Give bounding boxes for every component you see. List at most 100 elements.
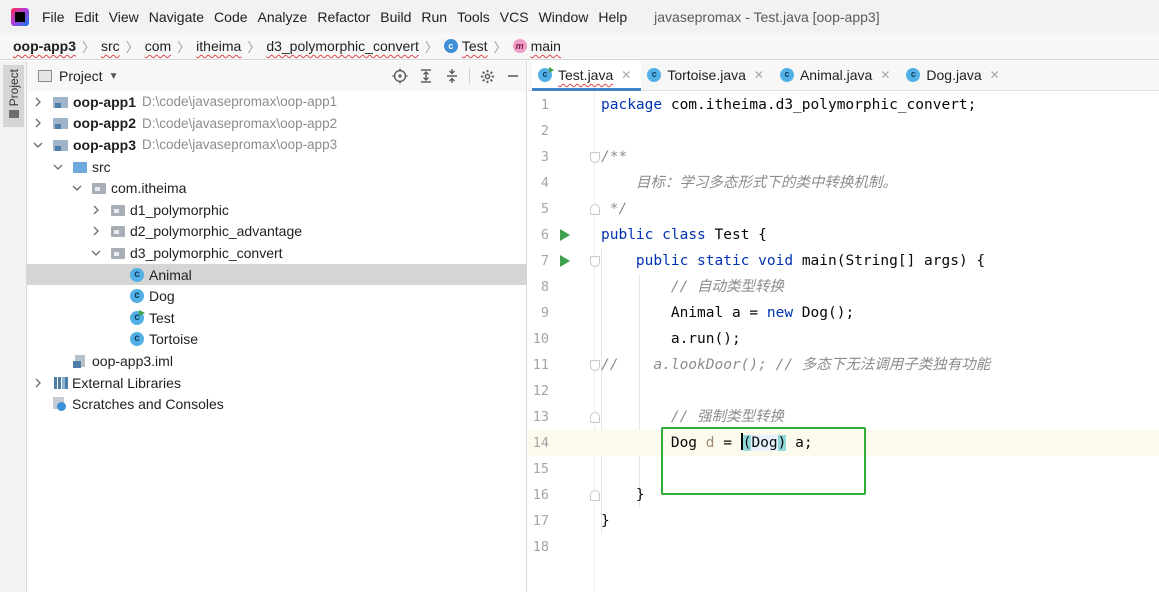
code-line-18: 18: [528, 534, 1159, 560]
tree-node-path: D:\code\javasepromax\oop-app3: [142, 137, 338, 153]
line-number: 13: [532, 409, 549, 425]
code-text: /**: [601, 149, 628, 165]
tree-node-d3-polymorphic-convert[interactable]: d3_polymorphic_convert: [27, 242, 527, 264]
close-icon[interactable]: ✕: [880, 68, 890, 82]
menu-help[interactable]: Help: [593, 9, 632, 25]
menu-analyze[interactable]: Analyze: [253, 9, 313, 25]
chevron-right-icon: 〉: [247, 39, 261, 55]
chevron-right-icon[interactable]: [33, 97, 47, 107]
close-icon[interactable]: ✕: [754, 68, 764, 82]
run-icon[interactable]: [560, 255, 570, 267]
menu-edit[interactable]: Edit: [70, 9, 104, 25]
tree-node-d2-polymorphic-advantage[interactable]: d2_polymorphic_advantage: [27, 221, 527, 243]
menu-vcs[interactable]: VCS: [495, 9, 534, 25]
chevron-down-icon[interactable]: [53, 162, 67, 172]
editor-tab-bar: c Test.java ✕ c Tortoise.java ✕ c Animal…: [528, 60, 1159, 91]
collapse-all-icon[interactable]: [439, 65, 465, 87]
class-icon: c: [906, 68, 921, 82]
line-number: 12: [532, 383, 549, 399]
tab-test-java[interactable]: c Test.java ✕: [532, 60, 642, 91]
close-icon[interactable]: ✕: [621, 68, 631, 82]
tree-node-oop-app1[interactable]: oop-app1 D:\code\javasepromax\oop-app1: [27, 91, 527, 113]
menu-navigate[interactable]: Navigate: [144, 9, 209, 25]
tree-node-oop-app2[interactable]: oop-app2 D:\code\javasepromax\oop-app2: [27, 113, 527, 135]
hide-panel-icon[interactable]: [500, 65, 526, 87]
fold-icon[interactable]: [590, 490, 600, 501]
menu-tools[interactable]: Tools: [452, 9, 495, 25]
fold-icon[interactable]: [590, 360, 600, 371]
chevron-right-icon[interactable]: [33, 378, 47, 388]
menu-refactor[interactable]: Refactor: [312, 9, 375, 25]
menu-run[interactable]: Run: [416, 9, 452, 25]
project-panel-title[interactable]: Project: [59, 68, 103, 84]
tree-node-external-libraries[interactable]: External Libraries: [27, 372, 527, 394]
module-icon: [52, 115, 69, 131]
tab-dog-java[interactable]: c Dog.java ✕: [900, 60, 1009, 90]
chevron-down-icon[interactable]: [72, 183, 86, 193]
chevron-right-icon[interactable]: [91, 226, 105, 236]
breadcrumb-item-package[interactable]: d3_polymorphic_convert: [266, 38, 419, 54]
chevron-right-icon[interactable]: [91, 205, 105, 215]
breadcrumb-item-project[interactable]: oop-app3: [13, 38, 76, 54]
run-icon[interactable]: [560, 229, 570, 241]
menu-build[interactable]: Build: [375, 9, 416, 25]
chevron-right-icon: 〉: [125, 39, 139, 55]
fold-icon[interactable]: [590, 256, 600, 267]
code-text: package com.itheima.d3_polymorphic_conve…: [601, 97, 977, 113]
chevron-down-icon[interactable]: [91, 248, 105, 258]
tree-node-label: d1_polymorphic: [130, 201, 229, 218]
tree-node-test[interactable]: Test: [27, 307, 527, 329]
chevron-right-icon: 〉: [82, 39, 96, 55]
project-tool-tab[interactable]: Project: [3, 65, 24, 127]
breadcrumb-item-com[interactable]: com: [145, 38, 171, 54]
tree-node-oop-app3[interactable]: oop-app3 D:\code\javasepromax\oop-app3: [27, 134, 527, 156]
breadcrumb-item-class[interactable]: c Test: [443, 38, 488, 54]
close-icon[interactable]: ✕: [990, 68, 1000, 82]
package-icon: [110, 245, 126, 261]
gear-icon[interactable]: [474, 65, 500, 87]
tree-node-label: com.itheima: [111, 180, 187, 197]
menu-file[interactable]: File: [37, 9, 70, 25]
breadcrumb-item-src[interactable]: src: [101, 38, 120, 54]
code-text: 目标：学习多态形式下的类中转换机制。: [601, 175, 897, 191]
breadcrumb: oop-app3 〉 src 〉 com 〉 itheima 〉 d3_poly…: [0, 33, 1159, 60]
chevron-down-icon[interactable]: [33, 140, 47, 150]
tool-window-stripe: Project: [0, 61, 27, 592]
fold-icon[interactable]: [590, 412, 600, 423]
menu-view[interactable]: View: [104, 9, 144, 25]
code-text: // a.lookDoor(); // 多态下无法调用子类独有功能: [601, 357, 991, 373]
tree-node-animal[interactable]: Animal: [27, 263, 527, 286]
line-number: 14: [532, 435, 549, 451]
tree-node-iml[interactable]: oop-app3.iml: [27, 350, 527, 372]
tree-node-dog[interactable]: Dog: [27, 285, 527, 307]
code-area[interactable]: 1 package com.itheima.d3_polymorphic_con…: [528, 92, 1159, 592]
tab-label: Test.java: [558, 67, 614, 83]
tab-label: Dog.java: [926, 67, 982, 83]
expand-all-icon[interactable]: [413, 65, 439, 87]
tree-node-tortoise[interactable]: Tortoise: [27, 329, 527, 351]
class-icon: [129, 267, 145, 283]
code-line-7: 7 public static void main(String[] args)…: [528, 248, 1159, 274]
fold-icon[interactable]: [590, 204, 600, 215]
tree-node-src[interactable]: src: [27, 156, 527, 178]
menu-code[interactable]: Code: [209, 9, 252, 25]
chevron-right-icon[interactable]: [33, 118, 47, 128]
tab-label: Tortoise.java: [667, 67, 746, 83]
chevron-down-icon[interactable]: ▼: [109, 71, 119, 82]
tree-node-scratches[interactable]: Scratches and Consoles: [27, 393, 527, 415]
menu-window[interactable]: Window: [534, 9, 594, 25]
tree-node-com-itheima[interactable]: com.itheima: [27, 177, 527, 199]
tab-tortoise-java[interactable]: c Tortoise.java ✕: [641, 60, 774, 90]
tree-node-d1-polymorphic[interactable]: d1_polymorphic: [27, 199, 527, 221]
line-number: 3: [540, 149, 549, 165]
tab-animal-java[interactable]: c Animal.java ✕: [774, 60, 900, 90]
code-line-2: 2: [528, 118, 1159, 144]
tree-node-label: src: [92, 158, 111, 175]
locate-file-icon[interactable]: [387, 65, 413, 87]
fold-icon[interactable]: [590, 152, 600, 163]
tree-node-label: oop-app2: [73, 115, 136, 132]
code-line-1: 1 package com.itheima.d3_polymorphic_con…: [528, 92, 1159, 118]
breadcrumb-item-method[interactable]: m main: [512, 38, 561, 54]
intellij-logo-icon: [11, 7, 29, 26]
breadcrumb-item-itheima[interactable]: itheima: [196, 38, 241, 54]
